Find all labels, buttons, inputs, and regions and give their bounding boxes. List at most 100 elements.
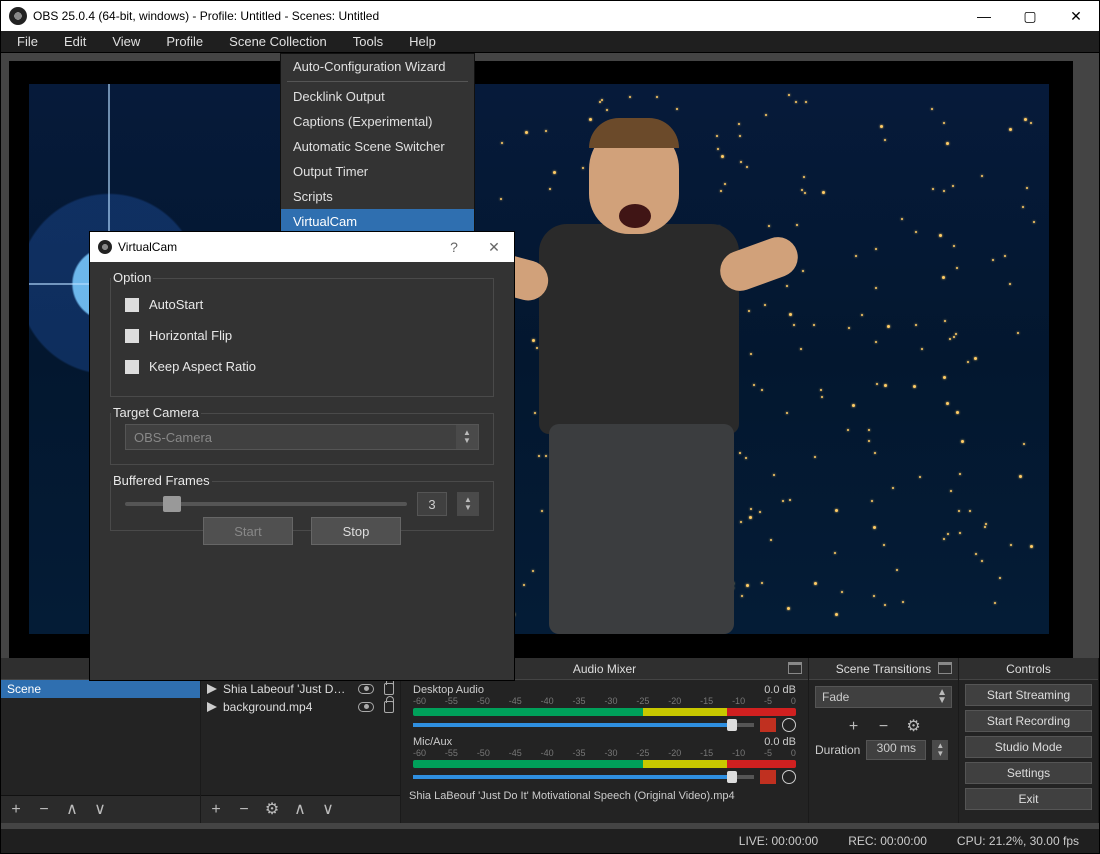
studio-mode-button[interactable]: Studio Mode — [965, 736, 1092, 758]
panel-controls-header: Controls — [959, 658, 1098, 680]
transition-settings-button[interactable]: ⚙ — [905, 718, 923, 736]
volume-slider[interactable] — [413, 723, 754, 727]
visibility-icon[interactable] — [358, 684, 374, 694]
panel-transitions: Scene Transitions Fade ▲▼ + − ⚙ Duration… — [809, 658, 959, 823]
menubar: File Edit View Profile Scene Collection … — [1, 31, 1099, 53]
dock-icon[interactable] — [938, 662, 952, 674]
meter-ticks: -60-55-50-45-40-35-30-25-20-15-10-50 — [413, 748, 796, 758]
dock-icon[interactable] — [788, 662, 802, 674]
remove-source-button[interactable]: − — [235, 801, 253, 819]
statusbar: LIVE: 00:00:00 REC: 00:00:00 CPU: 21.2%,… — [1, 829, 1099, 853]
duration-label: Duration — [815, 743, 860, 757]
start-recording-button[interactable]: Start Recording — [965, 710, 1092, 732]
audio-meter — [413, 708, 796, 716]
tools-item-decklink[interactable]: Decklink Output — [281, 84, 474, 109]
scene-down-button[interactable]: ∨ — [91, 801, 109, 819]
panel-controls: Controls Start Streaming Start Recording… — [959, 658, 1099, 823]
source-name: background.mp4 — [223, 700, 352, 714]
scene-up-button[interactable]: ∧ — [63, 801, 81, 819]
duration-spinner[interactable]: ▲▼ — [932, 740, 948, 760]
panel-audio-mixer: Audio Mixer Desktop Audio 0.0 dB -60-55-… — [401, 658, 809, 823]
mute-button[interactable] — [760, 770, 776, 784]
buffered-spinner[interactable]: ▲▼ — [457, 492, 479, 516]
menu-file[interactable]: File — [11, 32, 44, 51]
add-transition-button[interactable]: + — [845, 718, 863, 736]
menu-help[interactable]: Help — [403, 32, 442, 51]
group-option-label: Option — [111, 270, 153, 285]
tools-item-scene-switcher[interactable]: Automatic Scene Switcher — [281, 134, 474, 159]
track-db: 0.0 dB — [764, 684, 796, 696]
mixer-footer-text: Shia LaBeouf 'Just Do It' Motivational S… — [407, 786, 802, 806]
stop-button[interactable]: Stop — [311, 517, 401, 545]
mute-button[interactable] — [760, 718, 776, 732]
dialog-close-button[interactable]: ✕ — [474, 232, 514, 262]
checkbox-keep-aspect[interactable] — [125, 360, 139, 374]
track-settings-button[interactable] — [782, 718, 796, 732]
scene-item[interactable]: Scene — [1, 680, 200, 698]
tools-item-scripts[interactable]: Scripts — [281, 184, 474, 209]
lock-icon[interactable] — [384, 683, 394, 695]
panel-transitions-header: Scene Transitions — [809, 658, 958, 680]
mixer-track-desktop: Desktop Audio 0.0 dB -60-55-50-45-40-35-… — [407, 682, 802, 734]
menu-scene-collection[interactable]: Scene Collection — [223, 32, 333, 51]
tools-item-captions[interactable]: Captions (Experimental) — [281, 109, 474, 134]
remove-transition-button[interactable]: − — [875, 718, 893, 736]
obs-app-icon — [9, 7, 27, 25]
maximize-button[interactable]: ▢ — [1007, 1, 1053, 31]
group-target-camera: Target Camera OBS-Camera ▲▼ — [110, 413, 494, 465]
duration-input[interactable]: 300 ms — [866, 740, 926, 760]
scenes-toolbar: + − ∧ ∨ — [1, 795, 200, 823]
track-db: 0.0 dB — [764, 736, 796, 748]
transition-value: Fade — [822, 690, 849, 704]
source-up-button[interactable]: ∧ — [291, 801, 309, 819]
transition-select[interactable]: Fade ▲▼ — [815, 686, 952, 708]
buffered-slider-thumb[interactable] — [163, 496, 181, 512]
source-row[interactable]: background.mp4 — [201, 698, 400, 716]
buffered-slider[interactable] — [125, 502, 407, 506]
add-scene-button[interactable]: + — [7, 801, 25, 819]
checkbox-hflip[interactable] — [125, 329, 139, 343]
menu-profile[interactable]: Profile — [160, 32, 209, 51]
mixer-track-mic: Mic/Aux 0.0 dB -60-55-50-45-40-35-30-25-… — [407, 734, 802, 786]
audio-meter — [413, 760, 796, 768]
menu-view[interactable]: View — [106, 32, 146, 51]
source-settings-button[interactable]: ⚙ — [263, 801, 281, 819]
buffered-value[interactable]: 3 — [417, 492, 447, 516]
foreground-person — [469, 124, 799, 634]
checkbox-autostart[interactable] — [125, 298, 139, 312]
settings-button[interactable]: Settings — [965, 762, 1092, 784]
volume-slider[interactable] — [413, 775, 754, 779]
track-name: Desktop Audio — [413, 684, 484, 696]
virtualcam-dialog: VirtualCam ? ✕ Option AutoStart Horizont… — [89, 231, 515, 681]
tools-item-autoconfig[interactable]: Auto-Configuration Wizard — [281, 54, 474, 79]
play-icon — [207, 702, 217, 712]
tools-item-output-timer[interactable]: Output Timer — [281, 159, 474, 184]
add-source-button[interactable]: + — [207, 801, 225, 819]
panel-sources: Sources Shia Labeouf 'Just Do It' M back… — [201, 658, 401, 823]
obs-app-icon — [98, 240, 112, 254]
close-button[interactable]: ✕ — [1053, 1, 1099, 31]
select-arrows-icon: ▲▼ — [456, 425, 478, 449]
panels-row: Scenes Scene + − ∧ ∨ Sources — [1, 658, 1099, 823]
source-down-button[interactable]: ∨ — [319, 801, 337, 819]
start-streaming-button[interactable]: Start Streaming — [965, 684, 1092, 706]
track-name: Mic/Aux — [413, 736, 452, 748]
group-option: Option AutoStart Horizontal Flip Keep As… — [110, 278, 494, 397]
track-settings-button[interactable] — [782, 770, 796, 784]
source-row[interactable]: Shia Labeouf 'Just Do It' M — [201, 680, 400, 698]
status-live: LIVE: 00:00:00 — [739, 834, 818, 848]
start-button[interactable]: Start — [203, 517, 293, 545]
dialog-title: VirtualCam — [118, 240, 177, 254]
panel-mixer-title: Audio Mixer — [573, 662, 636, 676]
lock-icon[interactable] — [384, 701, 394, 713]
dialog-help-button[interactable]: ? — [434, 232, 474, 262]
menu-tools[interactable]: Tools — [347, 32, 389, 51]
menu-edit[interactable]: Edit — [58, 32, 92, 51]
remove-scene-button[interactable]: − — [35, 801, 53, 819]
target-camera-select[interactable]: OBS-Camera ▲▼ — [125, 424, 479, 450]
exit-button[interactable]: Exit — [965, 788, 1092, 810]
group-buffered-label: Buffered Frames — [111, 473, 212, 488]
sources-toolbar: + − ⚙ ∧ ∨ — [201, 795, 400, 823]
minimize-button[interactable]: — — [961, 1, 1007, 31]
visibility-icon[interactable] — [358, 702, 374, 712]
